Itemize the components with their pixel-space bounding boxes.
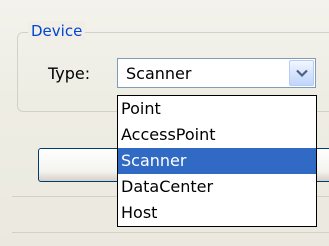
dropdown-option-datacenter[interactable]: DataCenter (118, 174, 316, 200)
dropdown-option-scanner[interactable]: Scanner (118, 148, 316, 174)
chevron-down-icon (296, 69, 308, 78)
type-combobox[interactable]: Scanner (117, 58, 316, 88)
dropdown-option-point[interactable]: Point (118, 96, 316, 122)
separator (12, 232, 329, 233)
type-dropdown-list[interactable]: Point AccessPoint Scanner DataCenter Hos… (117, 95, 317, 227)
groupbox-title: Device (28, 21, 86, 41)
dropdown-option-host[interactable]: Host (118, 200, 316, 226)
type-label: Type: (48, 64, 91, 83)
combobox-dropdown-button[interactable] (289, 60, 314, 86)
dropdown-option-accesspoint[interactable]: AccessPoint (118, 122, 316, 148)
combobox-value: Scanner (126, 64, 192, 83)
